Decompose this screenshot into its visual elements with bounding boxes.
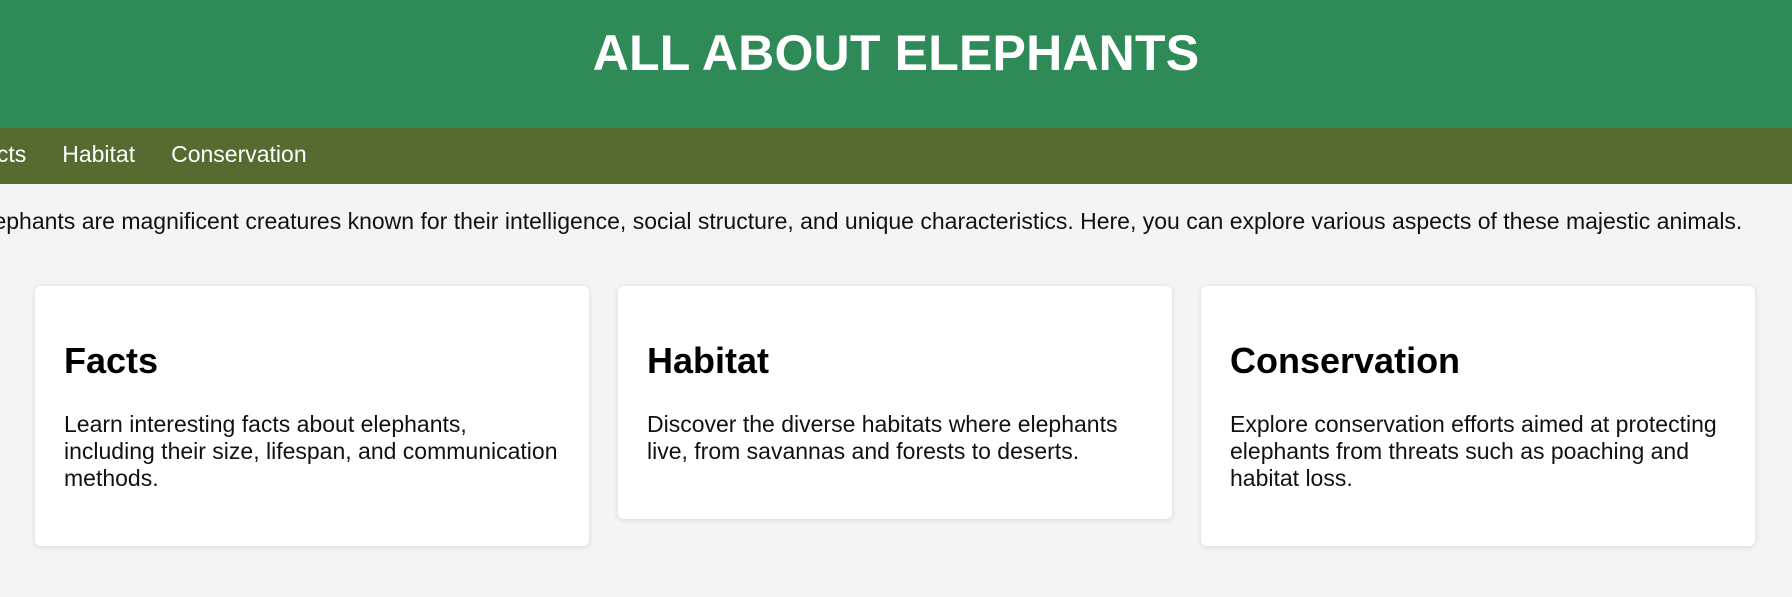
nav-link-conservation[interactable]: Conservation bbox=[171, 141, 307, 167]
card-body-conservation: Explore conservation efforts aimed at pr… bbox=[1230, 411, 1717, 492]
card-body-habitat: Discover the diverse habitats where elep… bbox=[647, 411, 1118, 465]
main-nav: Facts Habitat Conservation bbox=[0, 128, 1792, 184]
nav-list: Facts Habitat Conservation bbox=[0, 128, 343, 184]
nav-item-habitat: Habitat bbox=[62, 128, 135, 184]
nav-item-facts: Facts bbox=[0, 128, 26, 184]
card-body-facts: Learn interesting facts about elephants,… bbox=[64, 411, 558, 492]
card-title-facts: Facts bbox=[64, 340, 159, 381]
intro-text: Elephants are magnificent creatures know… bbox=[0, 208, 1743, 234]
page-title: ALL ABOUT ELEPHANTS bbox=[592, 25, 1200, 81]
card-title-habitat: Habitat bbox=[647, 340, 770, 381]
nav-link-facts[interactable]: Facts bbox=[0, 141, 26, 167]
card-facts: Facts Learn interesting facts about elep… bbox=[35, 286, 589, 547]
card-conservation: Conservation Explore conservation effort… bbox=[1201, 286, 1755, 547]
intro-section: Elephants are magnificent creatures know… bbox=[0, 184, 1792, 286]
nav-item-conservation: Conservation bbox=[171, 128, 307, 184]
card-title-conservation: Conservation bbox=[1230, 340, 1461, 381]
cards-container: Facts Learn interesting facts about elep… bbox=[0, 286, 1792, 547]
nav-link-habitat[interactable]: Habitat bbox=[62, 141, 135, 167]
site-header: ALL ABOUT ELEPHANTS bbox=[0, 0, 1792, 128]
card-habitat: Habitat Discover the diverse habitats wh… bbox=[618, 286, 1172, 520]
